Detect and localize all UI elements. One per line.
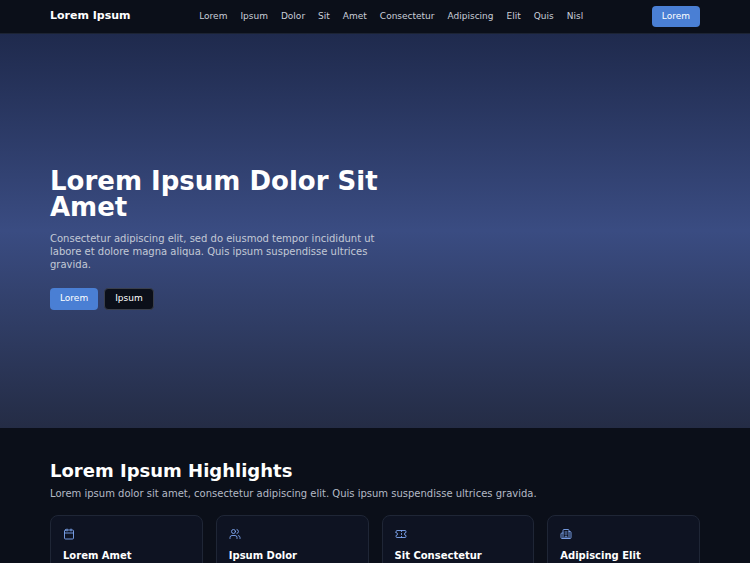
highlights: Lorem Ipsum Highlights Lorem ipsum dolor … xyxy=(0,428,750,563)
nav-link[interactable]: Adipiscing xyxy=(448,10,494,24)
nav-link[interactable]: Nisl xyxy=(567,10,583,24)
secondary-button[interactable]: Ipsum xyxy=(104,288,154,310)
highlight-card[interactable]: Lorem Amet xyxy=(50,515,203,563)
primary-button[interactable]: Lorem xyxy=(50,288,98,310)
logo[interactable]: Lorem Ipsum xyxy=(50,8,131,25)
card-title: Sit Consectetur xyxy=(395,549,522,562)
top-nav: Lorem Ipsum Lorem Ipsum Dolor Sit Amet Consect… xyxy=(0,0,750,34)
nav-link[interactable]: Elit xyxy=(507,10,521,24)
nav-link[interactable]: Sit xyxy=(318,10,330,24)
nav-link[interactable]: Ipsum xyxy=(240,10,268,24)
highlight-card[interactable]: Adipiscing Elit xyxy=(547,515,700,563)
hero-text: Consectetur adipiscing elit, sed do eius… xyxy=(50,232,400,271)
hero-title: Lorem Ipsum Dolor Sit Amet xyxy=(50,168,390,220)
nav-link[interactable]: Lorem xyxy=(199,10,227,24)
nav-link[interactable]: Consectetur xyxy=(380,10,435,24)
highlight-cards: Lorem Amet Ipsum Dolor Sit Consectetur Adip… xyxy=(50,515,700,563)
highlights-text: Lorem ipsum dolor sit amet, consectetur … xyxy=(50,487,700,500)
highlight-card[interactable]: Sit Consectetur xyxy=(382,515,535,563)
nav-link[interactable]: Quis xyxy=(534,10,554,24)
hero: Lorem Ipsum Dolor Sit Amet Consectetur ad… xyxy=(0,34,750,428)
hero-buttons: Lorem Ipsum xyxy=(50,288,700,310)
nav-links: Lorem Ipsum Dolor Sit Amet Consectetur Adipisc… xyxy=(199,10,583,24)
ticket-icon xyxy=(395,528,407,540)
card-title: Lorem Amet xyxy=(63,549,190,562)
nav-link[interactable]: Dolor xyxy=(281,10,305,24)
nav-button[interactable]: Lorem xyxy=(652,6,700,28)
building-icon xyxy=(560,528,572,540)
highlights-title: Lorem Ipsum Highlights xyxy=(50,460,700,482)
card-title: Ipsum Dolor xyxy=(229,549,356,562)
card-title: Adipiscing Elit xyxy=(560,549,687,562)
users-icon xyxy=(229,528,241,540)
page: Lorem IpsumLoremIpsumDolorSitAmetConsect… xyxy=(0,0,750,563)
nav-link[interactable]: Amet xyxy=(343,10,367,24)
highlight-card[interactable]: Ipsum Dolor xyxy=(216,515,369,563)
calendar-icon xyxy=(63,528,75,540)
